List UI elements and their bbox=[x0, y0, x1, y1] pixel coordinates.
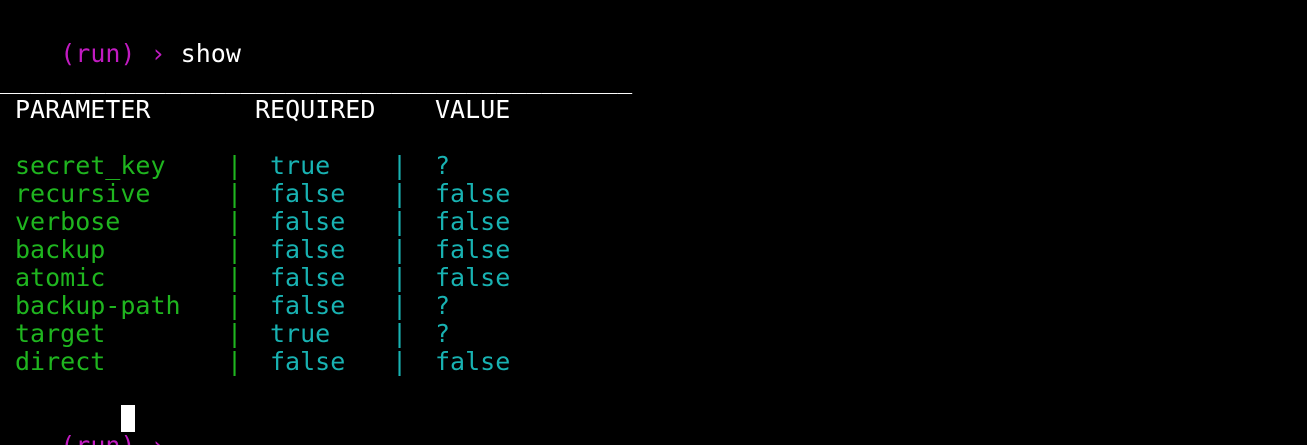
parameter-value: false bbox=[435, 235, 511, 264]
column-delimiter: | bbox=[227, 347, 243, 376]
prompt-line[interactable]: (run) › bbox=[0, 404, 165, 445]
prompt-context: (run) bbox=[60, 431, 135, 445]
column-delimiter: | bbox=[227, 235, 243, 264]
parameter-name: target bbox=[15, 319, 106, 348]
column-delimiter: | bbox=[227, 207, 243, 236]
required-value: true bbox=[270, 319, 331, 348]
table-separator: ________________________________________… bbox=[0, 66, 633, 94]
terminal-window[interactable]: (run) › show ___________________________… bbox=[0, 0, 1307, 445]
header-value: VALUE bbox=[435, 95, 511, 124]
column-delimiter: | bbox=[392, 179, 408, 208]
required-value: true bbox=[270, 151, 331, 180]
parameter-value: false bbox=[435, 263, 511, 292]
required-value: false bbox=[270, 347, 346, 376]
parameter-name: recursive bbox=[15, 179, 151, 208]
parameter-value: ? bbox=[435, 291, 451, 320]
parameter-value: false bbox=[435, 179, 511, 208]
command-line: (run) › show bbox=[0, 12, 241, 68]
text-cursor bbox=[121, 405, 135, 432]
column-delimiter: | bbox=[392, 319, 408, 348]
column-delimiter: | bbox=[392, 263, 408, 292]
column-delimiter: | bbox=[392, 207, 408, 236]
column-delimiter: | bbox=[392, 235, 408, 264]
column-delimiter: | bbox=[227, 291, 243, 320]
header-required: REQUIRED bbox=[255, 95, 376, 124]
column-delimiter: | bbox=[392, 151, 408, 180]
prompt-arrow: › bbox=[151, 431, 166, 445]
command-text: show bbox=[180, 39, 241, 68]
column-delimiter: | bbox=[392, 347, 408, 376]
parameter-value: false bbox=[435, 347, 511, 376]
parameter-value: ? bbox=[435, 151, 451, 180]
parameter-name: verbose bbox=[15, 207, 121, 236]
parameter-name: backup bbox=[15, 235, 106, 264]
prompt-arrow: › bbox=[150, 39, 166, 68]
parameter-value: ? bbox=[435, 319, 451, 348]
parameter-name: atomic bbox=[15, 263, 106, 292]
column-delimiter: | bbox=[227, 263, 243, 292]
prompt-context: (run) bbox=[60, 39, 136, 68]
parameter-name: secret_key bbox=[15, 151, 166, 180]
parameter-name: direct bbox=[15, 347, 106, 376]
column-delimiter: | bbox=[227, 319, 243, 348]
required-value: false bbox=[270, 207, 346, 236]
required-value: false bbox=[270, 235, 346, 264]
column-delimiter: | bbox=[392, 291, 408, 320]
required-value: false bbox=[270, 291, 346, 320]
required-value: false bbox=[270, 179, 346, 208]
column-delimiter: | bbox=[227, 179, 243, 208]
required-value: false bbox=[270, 263, 346, 292]
header-parameter: PARAMETER bbox=[15, 95, 151, 124]
parameter-value: false bbox=[435, 207, 511, 236]
column-delimiter: | bbox=[227, 151, 243, 180]
parameter-name: backup-path bbox=[15, 291, 181, 320]
